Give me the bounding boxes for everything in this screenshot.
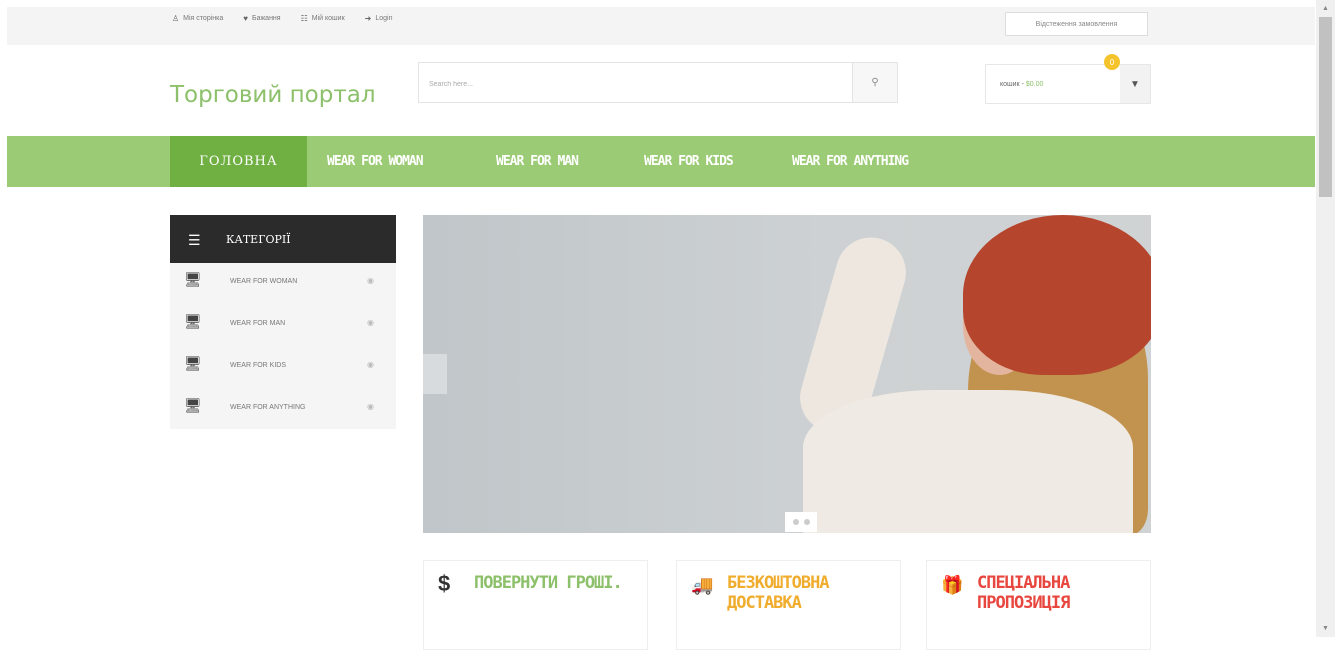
nav-wear-for-woman[interactable]: WEAR FOR WOMAN: [327, 136, 424, 187]
truck-icon: 🚚: [691, 575, 714, 595]
category-item[interactable]: 🖥 WEAR FOR MAN ◉: [170, 305, 396, 345]
category-label: WEAR FOR ANYTHING: [230, 404, 306, 411]
scroll-thumb[interactable]: [1319, 17, 1332, 197]
search-input[interactable]: [427, 75, 851, 93]
search-icon: ⚲: [871, 77, 879, 88]
search-button[interactable]: ⚲: [852, 63, 897, 102]
categories-title: КАТЕГОРІЇ: [226, 233, 291, 246]
cart-button[interactable]: ▼: [1120, 65, 1150, 103]
scroll-down-arrow-icon[interactable]: ▼: [1316, 620, 1335, 637]
nav-wear-for-man[interactable]: WEAR FOR MAN: [496, 136, 579, 187]
login-link[interactable]: ➜ Login: [365, 14, 393, 23]
feature-title: БЕЗКОШТОВНА ДОСТАВКА: [727, 573, 830, 613]
expand-icon: ◉: [367, 402, 374, 411]
expand-icon: ◉: [367, 360, 374, 369]
expand-icon: ◉: [367, 276, 374, 285]
cart-icon: ☷: [300, 14, 308, 23]
expand-icon: ◉: [367, 318, 374, 327]
category-label: WEAR FOR MAN: [230, 320, 286, 327]
menu-icon: ☰: [188, 232, 201, 248]
category-item[interactable]: 🖥 WEAR FOR ANYTHING ◉: [170, 389, 396, 429]
scroll-up-arrow-icon[interactable]: ▲: [1316, 0, 1335, 17]
shopping-cart-icon: ▼: [1130, 78, 1140, 90]
cart-price: $0.00: [1025, 81, 1044, 88]
heart-icon: ♥: [243, 14, 248, 23]
my-cart-label: Мій кошик: [311, 15, 345, 22]
hero-slider[interactable]: [423, 215, 1151, 533]
monitor-icon: 🖥: [184, 397, 202, 413]
categories-header: ☰ КАТЕГОРІЇ: [170, 215, 396, 263]
categories-list: 🖥 WEAR FOR WOMAN ◉ 🖥 WEAR FOR MAN ◉ 🖥 WE…: [170, 263, 396, 429]
category-item[interactable]: 🖥 WEAR FOR WOMAN ◉: [170, 263, 396, 303]
category-label: WEAR FOR WOMAN: [230, 278, 298, 285]
user-icon: ♙: [172, 14, 180, 23]
cart-summary: кошик - $0.00: [1000, 81, 1043, 88]
dollar-icon: $: [438, 571, 451, 596]
category-item[interactable]: 🖥 WEAR FOR KIDS ◉: [170, 347, 396, 387]
gift-icon: 🎁: [941, 575, 964, 595]
my-account-link[interactable]: ♙ Мія сторінка: [172, 14, 223, 23]
cart-count-badge: 0: [1104, 54, 1120, 70]
feature-title: СПЕЦІАЛЬНА ПРОПОЗИЦІЯ: [977, 573, 1070, 613]
nav-home[interactable]: ГОЛОВНА: [170, 136, 307, 187]
category-label: WEAR FOR KIDS: [230, 362, 287, 369]
monitor-icon: 🖥: [184, 355, 202, 371]
track-order-button[interactable]: Відстеження замовлення: [1005, 12, 1148, 36]
my-cart-link[interactable]: ☷ Мій кошик: [301, 14, 345, 23]
wishlist-label: Бажання: [252, 15, 281, 22]
slider-dot[interactable]: [803, 519, 810, 525]
slider-prev-button[interactable]: [423, 354, 447, 394]
wishlist-link[interactable]: ♥ Бажання: [243, 14, 280, 23]
page-scrollbar[interactable]: ▲ ▼: [1316, 0, 1335, 637]
login-label: Login: [375, 15, 393, 22]
slider-dot[interactable]: [792, 519, 799, 525]
main-nav: ГОЛОВНА WEAR FOR WOMAN WEAR FOR MAN WEAR…: [7, 136, 1315, 187]
slider-dots: [785, 512, 817, 532]
site-logo[interactable]: Торговий портал: [170, 82, 376, 108]
top-links: ♙ Мія сторінка ♥ Бажання ☷ Мій кошик ➜ L…: [172, 14, 392, 23]
nav-wear-for-anything[interactable]: WEAR FOR ANYTHING: [792, 136, 909, 187]
slide-blouse: [803, 390, 1133, 533]
cart-label: кошик -: [1000, 81, 1024, 88]
nav-wear-for-kids[interactable]: WEAR FOR KIDS: [644, 136, 734, 187]
cart-widget[interactable]: кошик - $0.00 ▼: [985, 64, 1151, 104]
search-box: ⚲: [418, 62, 898, 103]
monitor-icon: 🖥: [184, 313, 202, 329]
login-icon: ➜: [364, 14, 372, 23]
monitor-icon: 🖥: [184, 271, 202, 287]
slide-hat: [963, 215, 1151, 375]
feature-title: ПОВЕРНУТИ ГРОШІ.: [474, 573, 623, 593]
my-account-label: Мія сторінка: [183, 15, 224, 22]
